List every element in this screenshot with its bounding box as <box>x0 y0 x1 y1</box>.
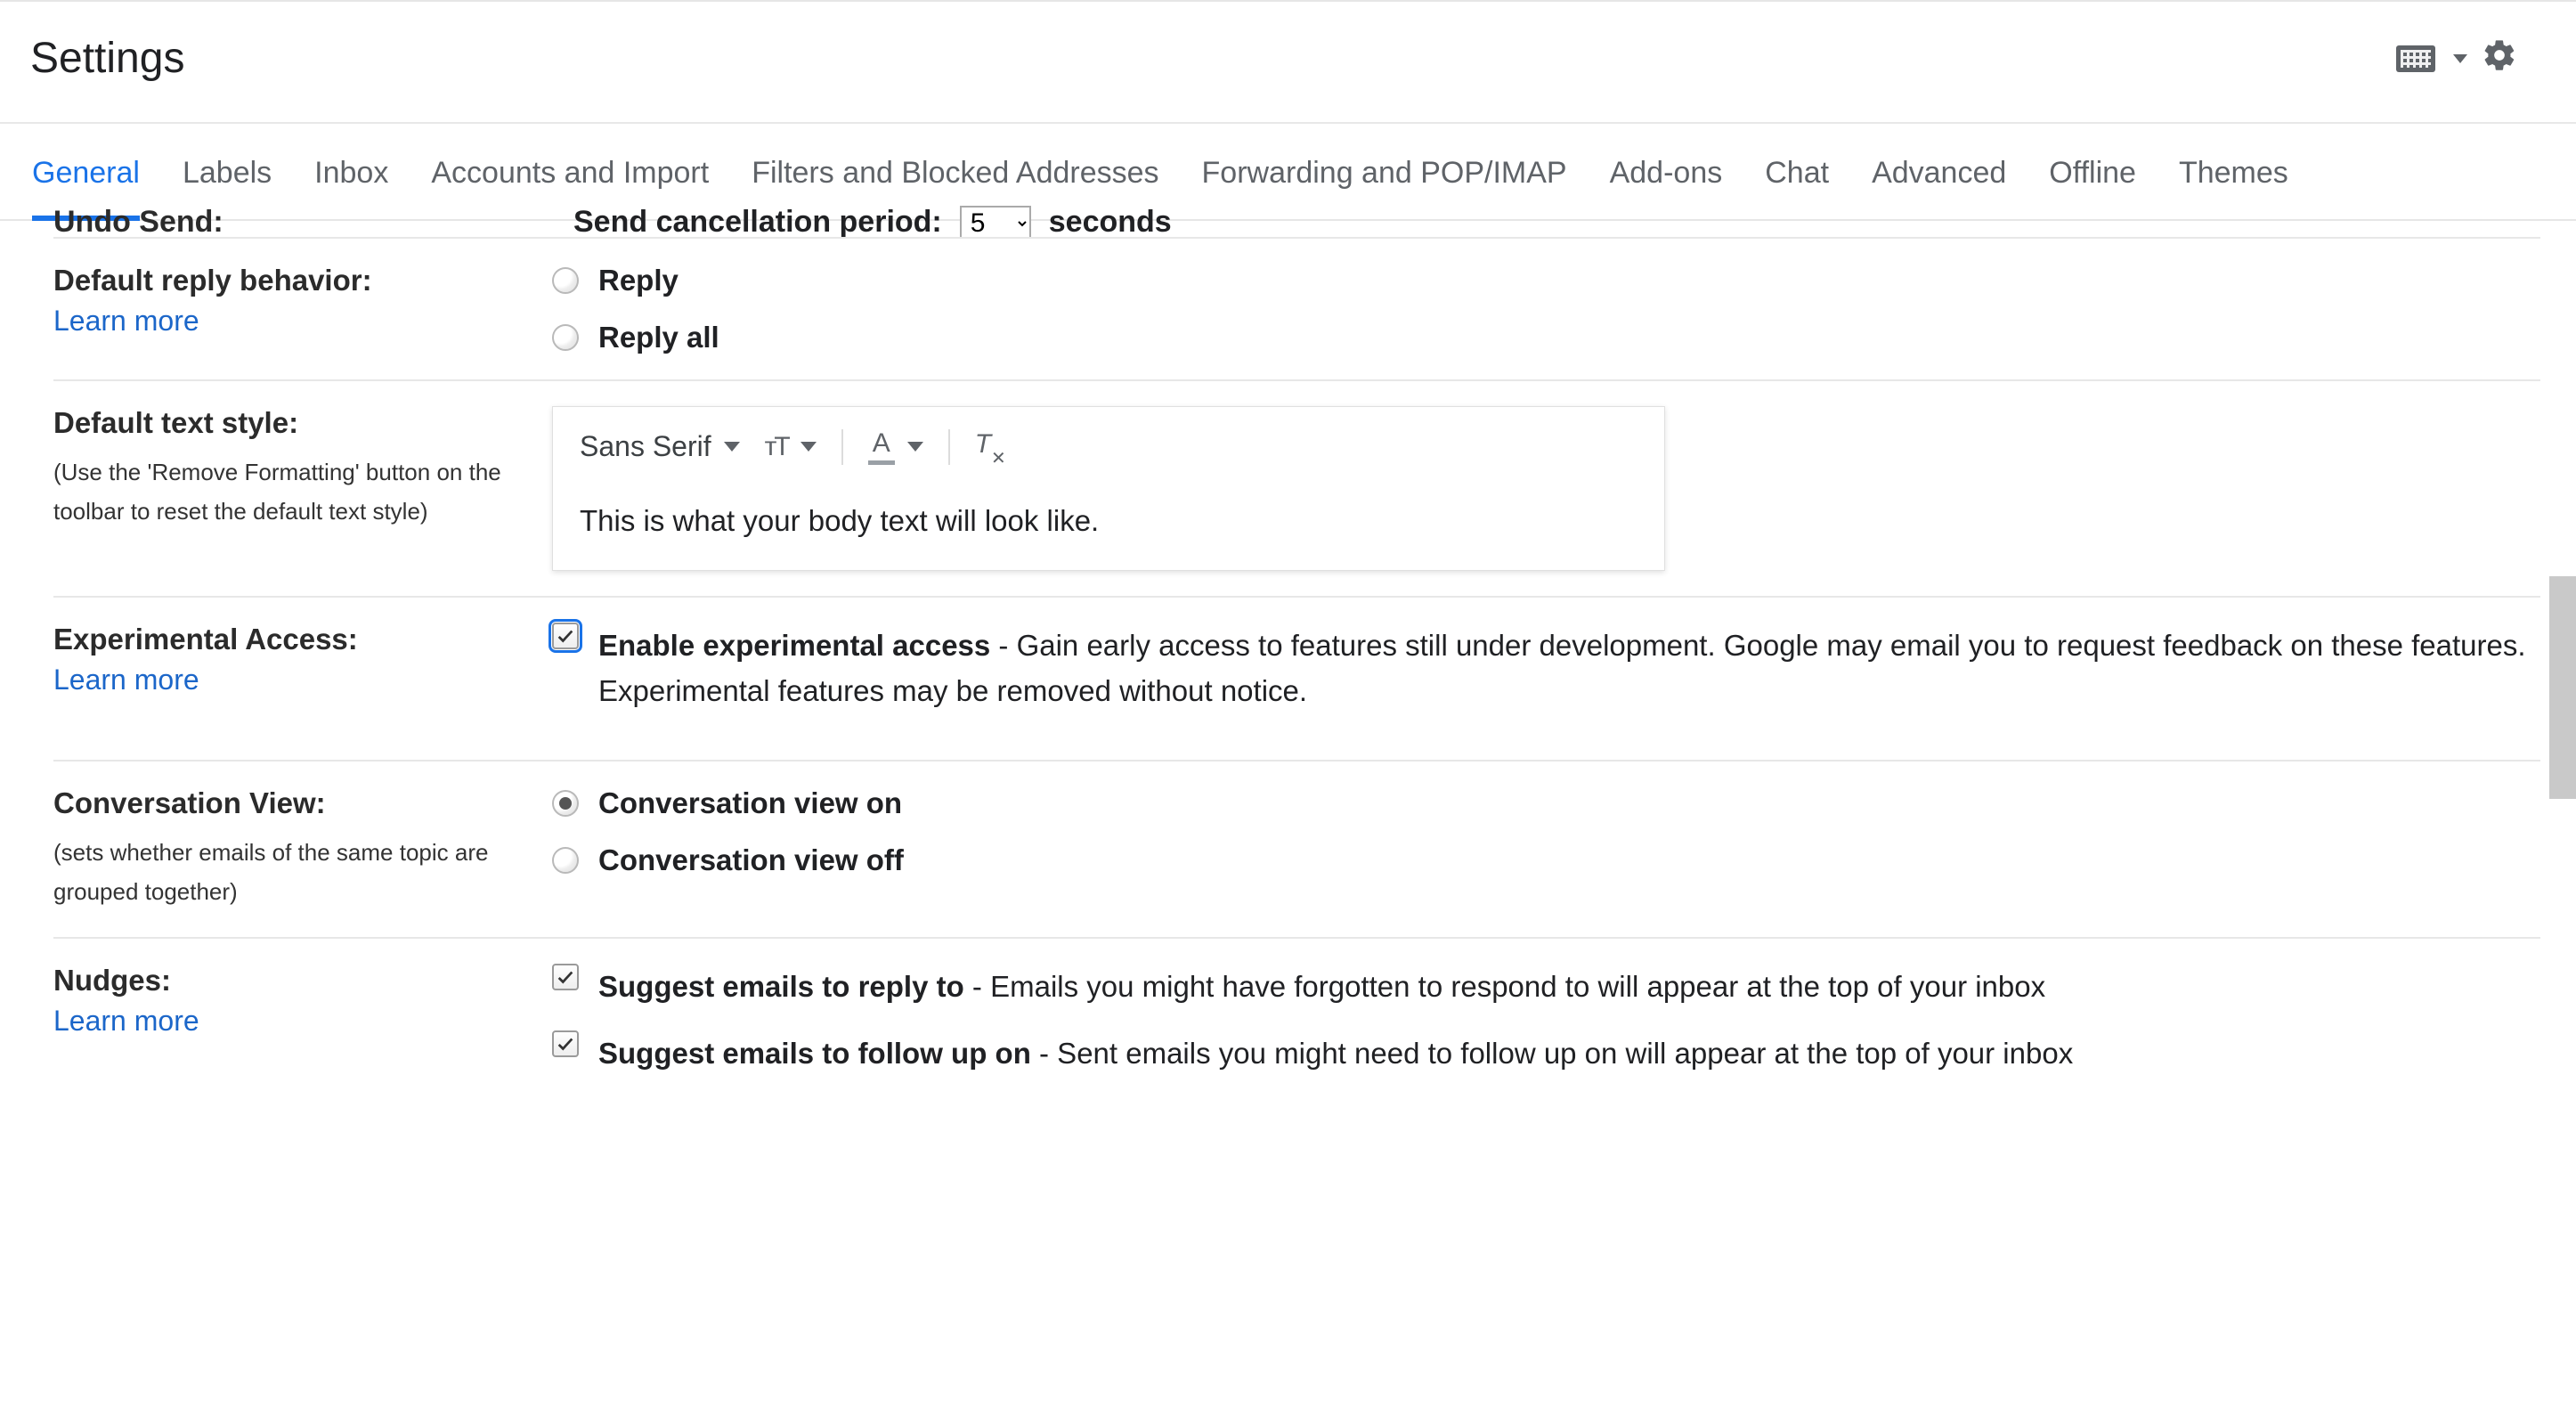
nudge-reply-bold: Suggest emails to reply to <box>598 970 964 1003</box>
font-family-name: Sans Serif <box>580 430 711 463</box>
default-reply-learn-more[interactable]: Learn more <box>53 305 531 338</box>
settings-content: Undo Send: Send cancellation period: 5 s… <box>0 205 2576 1122</box>
remove-formatting-button[interactable]: T✕ <box>975 429 1006 464</box>
chevron-down-icon <box>800 442 817 452</box>
nudges-label: Nudges: <box>53 964 531 998</box>
text-size-icon: тT <box>765 432 788 462</box>
default-text-style-label: Default text style: <box>53 406 531 440</box>
row-default-text-style: Default text style: (Use the 'Remove For… <box>53 379 2540 596</box>
tab-forwarding[interactable]: Forwarding and POP/IMAP <box>1202 151 1567 219</box>
text-style-preview-text: This is what your body text will look li… <box>580 504 1637 538</box>
radio-reply-all[interactable] <box>552 324 579 351</box>
tab-addons[interactable]: Add-ons <box>1610 151 1723 219</box>
undo-send-sublabel: Send cancellation period: <box>573 205 942 237</box>
option-conversation-off[interactable]: Conversation view off <box>552 843 2540 877</box>
header-icons <box>2396 37 2517 79</box>
nudges-learn-more[interactable]: Learn more <box>53 1005 531 1038</box>
option-conversation-on-label: Conversation view on <box>598 786 902 820</box>
text-style-toolbar: Sans Serif тT A <box>580 428 1637 465</box>
scrollbar-thumb[interactable] <box>2549 576 2576 799</box>
header-row: Settings <box>0 2 2576 104</box>
option-reply-all-label: Reply all <box>598 321 719 354</box>
check-icon <box>556 1034 575 1054</box>
nudge-reply-suffix: - Emails you might have forgotten to res… <box>964 970 2045 1003</box>
row-conversation-view: Conversation View: (sets whether emails … <box>53 760 2540 936</box>
conversation-view-label: Conversation View: <box>53 786 531 820</box>
nudge-followup-checkbox[interactable] <box>552 1030 579 1057</box>
tab-offline[interactable]: Offline <box>2049 151 2136 219</box>
keyboard-icon <box>2396 45 2435 72</box>
text-style-preview-box: Sans Serif тT A <box>552 406 1665 571</box>
row-experimental-access: Experimental Access: Learn more Enable e… <box>53 596 2540 760</box>
undo-send-select[interactable]: 5 <box>960 206 1031 238</box>
conversation-view-hint: (sets whether emails of the same topic a… <box>53 833 531 911</box>
option-reply-label: Reply <box>598 264 679 297</box>
option-reply-all[interactable]: Reply all <box>552 321 2540 354</box>
text-color-dropdown[interactable]: A <box>868 428 923 465</box>
option-reply[interactable]: Reply <box>552 264 2540 297</box>
experimental-checkbox-row: Enable experimental access - Gain early … <box>552 623 2540 713</box>
chevron-down-icon <box>2453 54 2467 63</box>
font-size-dropdown[interactable]: тT <box>765 432 817 462</box>
settings-page: Settings General Labels Inbox Accounts a… <box>0 0 2576 1122</box>
chevron-down-icon <box>724 442 740 452</box>
nudge-reply-checkbox[interactable] <box>552 964 579 990</box>
experimental-learn-more[interactable]: Learn more <box>53 664 531 696</box>
chevron-down-icon <box>907 442 923 452</box>
radio-conversation-off[interactable] <box>552 847 579 874</box>
toolbar-separator <box>841 429 843 465</box>
row-nudges: Nudges: Learn more Suggest emails to rep… <box>53 937 2540 1122</box>
tab-advanced[interactable]: Advanced <box>1872 151 2006 219</box>
default-reply-label: Default reply behavior: <box>53 264 531 297</box>
page-title: Settings <box>30 34 184 83</box>
nudge-reply-row: Suggest emails to reply to - Emails you … <box>552 964 2540 1009</box>
gear-icon[interactable] <box>2482 37 2517 79</box>
font-family-dropdown[interactable]: Sans Serif <box>580 430 740 463</box>
remove-formatting-icon: T✕ <box>975 429 1006 464</box>
option-conversation-off-label: Conversation view off <box>598 843 904 877</box>
tab-themes[interactable]: Themes <box>2179 151 2288 219</box>
option-conversation-on[interactable]: Conversation view on <box>552 786 2540 820</box>
radio-conversation-on[interactable] <box>552 790 579 817</box>
row-default-reply: Default reply behavior: Learn more Reply… <box>53 237 2540 379</box>
undo-send-label: Undo Send: <box>53 205 552 237</box>
nudge-followup-row: Suggest emails to follow up on - Sent em… <box>552 1030 2540 1076</box>
nudge-followup-bold: Suggest emails to follow up on <box>598 1037 1031 1070</box>
default-text-style-hint: (Use the 'Remove Formatting' button on t… <box>53 452 531 531</box>
undo-send-unit: seconds <box>1049 205 1172 237</box>
check-icon <box>556 626 575 646</box>
toolbar-separator <box>948 429 950 465</box>
experimental-access-label: Experimental Access: <box>53 623 531 656</box>
experimental-checkbox[interactable] <box>552 623 579 649</box>
experimental-checkbox-label: Enable experimental access <box>598 629 990 662</box>
check-icon <box>556 967 575 987</box>
tab-chat[interactable]: Chat <box>1765 151 1829 219</box>
radio-reply[interactable] <box>552 267 579 294</box>
text-color-icon: A <box>868 428 895 465</box>
input-tools-button[interactable] <box>2396 45 2467 72</box>
nudge-followup-suffix: - Sent emails you might need to follow u… <box>1031 1037 2073 1070</box>
